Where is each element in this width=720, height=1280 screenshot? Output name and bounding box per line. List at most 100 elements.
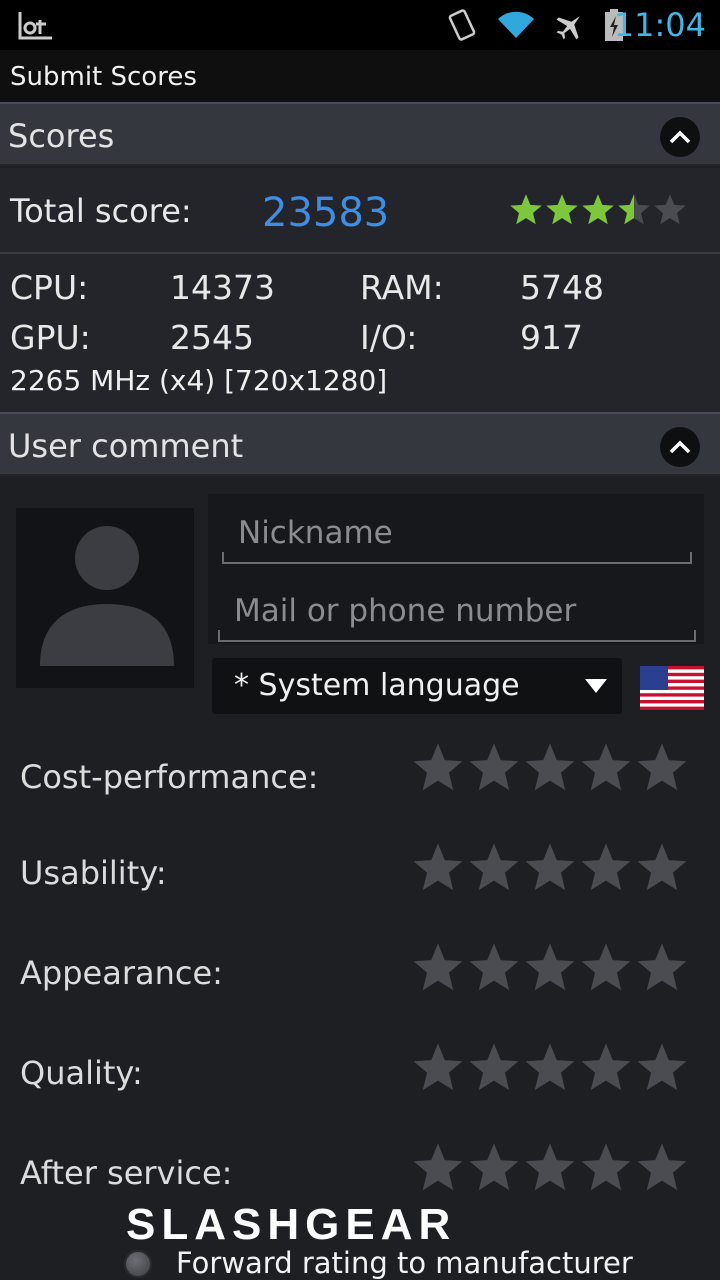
star-icon xyxy=(413,743,463,791)
total-star-icon xyxy=(654,194,686,225)
language-select[interactable]: * System language xyxy=(212,658,622,714)
star-icon xyxy=(469,1043,519,1091)
rotation-icon xyxy=(448,9,476,41)
rating-stars-quality[interactable] xyxy=(410,1040,690,1096)
rating-stars-cost-performance[interactable] xyxy=(410,740,690,796)
star-icon xyxy=(525,843,575,891)
star-icon xyxy=(581,1043,631,1091)
us-flag-icon[interactable] xyxy=(640,666,704,710)
comment-header-label: User comment xyxy=(8,427,244,465)
footer: SLASHGEAR Forward rating to manufacturer xyxy=(0,1196,720,1280)
rating-star-button[interactable] xyxy=(466,1140,522,1196)
star-icon xyxy=(413,1143,463,1191)
rating-star-button[interactable] xyxy=(578,1140,634,1196)
rating-star-button[interactable] xyxy=(634,1040,690,1096)
contact-field[interactable] xyxy=(218,582,696,642)
language-select-value: * System language xyxy=(234,668,520,703)
rating-star-button[interactable] xyxy=(410,1140,466,1196)
comment-section-header[interactable]: User comment xyxy=(0,412,720,476)
rating-star-button[interactable] xyxy=(634,840,690,896)
app-notification-icon xyxy=(18,12,52,40)
star-icon xyxy=(525,1043,575,1091)
rating-star-button[interactable] xyxy=(522,940,578,996)
rating-star-button[interactable] xyxy=(410,740,466,796)
rating-star-button[interactable] xyxy=(522,1140,578,1196)
rating-star-button[interactable] xyxy=(522,1040,578,1096)
star-icon xyxy=(413,943,463,991)
star-icon xyxy=(525,1143,575,1191)
rating-star-button[interactable] xyxy=(466,740,522,796)
total-star-icon xyxy=(582,194,614,225)
star-icon xyxy=(637,1043,687,1091)
rating-star-button[interactable] xyxy=(578,840,634,896)
dropdown-arrow-icon xyxy=(585,679,607,693)
rating-label-after-service: After service: xyxy=(20,1154,233,1192)
rating-stars-after-service[interactable] xyxy=(410,1140,690,1196)
star-icon xyxy=(581,1143,631,1191)
chevron-up-icon xyxy=(669,130,691,144)
collapse-scores-button[interactable] xyxy=(660,117,700,157)
forward-rating-radio[interactable] xyxy=(124,1250,152,1278)
forward-rating-label[interactable]: Forward rating to manufacturer xyxy=(176,1246,633,1280)
rating-star-button[interactable] xyxy=(410,840,466,896)
watermark-text: SLASHGEAR xyxy=(126,1200,457,1249)
rating-star-button[interactable] xyxy=(578,1040,634,1096)
gpu-value: 2545 xyxy=(170,318,254,357)
rating-star-button[interactable] xyxy=(522,840,578,896)
scores-header-label: Scores xyxy=(8,117,115,155)
star-icon xyxy=(525,743,575,791)
device-info: 2265 MHz (x4) [720x1280] xyxy=(10,364,388,397)
star-icon xyxy=(469,743,519,791)
nickname-input[interactable] xyxy=(222,504,692,562)
cpu-value: 14373 xyxy=(170,268,275,307)
star-icon xyxy=(637,1143,687,1191)
collapse-comment-button[interactable] xyxy=(660,427,700,467)
rating-star-button[interactable] xyxy=(578,940,634,996)
star-icon xyxy=(581,843,631,891)
page-title: Submit Scores xyxy=(10,62,197,92)
star-icon xyxy=(581,743,631,791)
rating-star-button[interactable] xyxy=(522,740,578,796)
rating-star-button[interactable] xyxy=(466,840,522,896)
rating-star-button[interactable] xyxy=(466,1040,522,1096)
io-label: I/O: xyxy=(360,318,418,357)
rating-label-usability: Usability: xyxy=(20,854,167,892)
rating-star-button[interactable] xyxy=(634,940,690,996)
avatar[interactable] xyxy=(16,508,194,688)
io-value: 917 xyxy=(520,318,583,357)
star-icon xyxy=(581,943,631,991)
nickname-field[interactable] xyxy=(222,504,692,564)
rating-star-button[interactable] xyxy=(578,740,634,796)
contact-input[interactable] xyxy=(218,582,696,640)
rating-star-button[interactable] xyxy=(466,940,522,996)
star-icon xyxy=(469,1143,519,1191)
star-icon xyxy=(413,1043,463,1091)
rating-stars-usability[interactable] xyxy=(410,840,690,896)
person-placeholder-icon xyxy=(40,526,174,666)
wifi-icon xyxy=(498,11,534,38)
total-star-icon xyxy=(546,194,578,225)
total-score-label: Total score: xyxy=(10,192,192,230)
star-icon xyxy=(525,943,575,991)
gpu-label: GPU: xyxy=(10,318,91,357)
rating-star-button[interactable] xyxy=(410,1040,466,1096)
scores-section-header[interactable]: Scores xyxy=(0,102,720,166)
watermark: SLASHGEAR xyxy=(126,1200,456,1250)
rating-label-quality: Quality: xyxy=(20,1054,143,1092)
rating-star-button[interactable] xyxy=(634,740,690,796)
rating-star-button[interactable] xyxy=(634,1140,690,1196)
rating-label-cost-performance: Cost-performance: xyxy=(20,758,319,796)
star-icon xyxy=(637,943,687,991)
title-bar: Submit Scores xyxy=(0,50,720,102)
clock: 11:04 xyxy=(613,6,706,44)
total-score-stars xyxy=(508,192,688,228)
rating-stars-appearance[interactable] xyxy=(410,940,690,996)
total-score-value: 23583 xyxy=(262,190,390,236)
airplane-icon xyxy=(556,16,580,40)
scores-panel: Total score: 23583 CPU: 14373 RAM: 5748 … xyxy=(0,168,720,412)
star-icon xyxy=(637,843,687,891)
rating-star-button[interactable] xyxy=(410,940,466,996)
ram-label: RAM: xyxy=(360,268,444,307)
total-star-icon xyxy=(618,194,650,225)
comment-panel: * System language Cost-performance: Usab… xyxy=(0,480,720,1280)
